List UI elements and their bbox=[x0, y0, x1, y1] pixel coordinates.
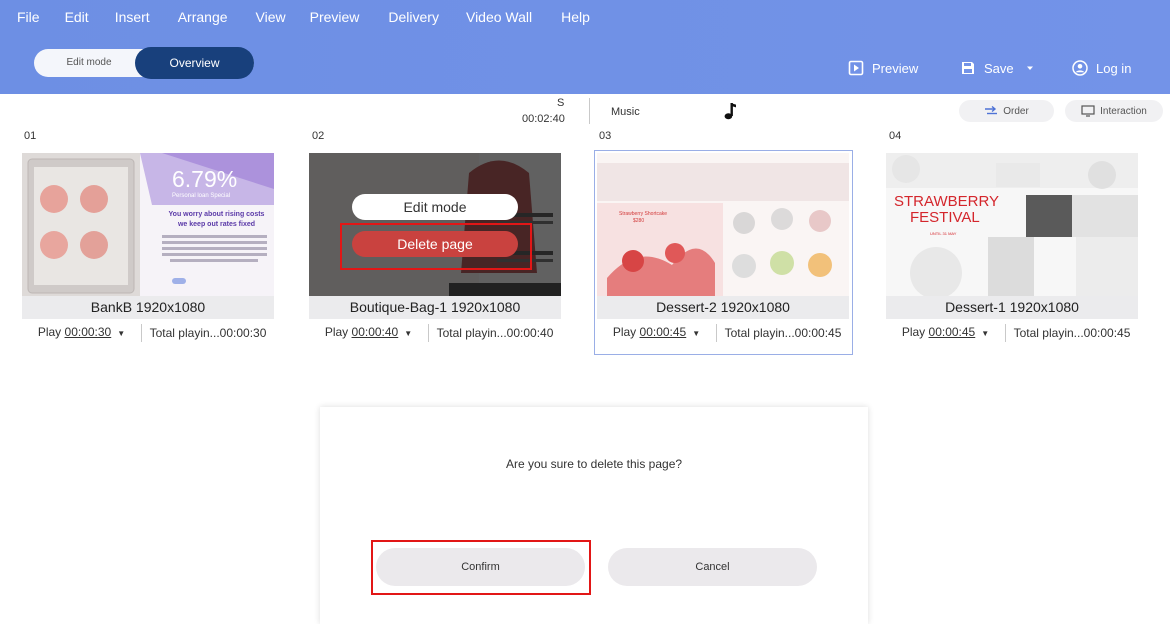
interaction-label: Interaction bbox=[1100, 105, 1147, 117]
order-label: Order bbox=[1003, 105, 1029, 117]
menu-edit[interactable]: Edit bbox=[65, 0, 89, 30]
delete-page-highlight bbox=[340, 223, 532, 270]
play-time[interactable]: 00:00:45 bbox=[929, 325, 976, 339]
play-prefix: Play bbox=[37, 324, 65, 339]
play-time[interactable]: 00:00:30 bbox=[65, 325, 112, 339]
page-title: BankB 1920x1080 bbox=[22, 296, 274, 319]
page-timing: Play 00:00:30 ▼ Total playin...00:00:30 bbox=[22, 319, 274, 346]
page-timing: Play 00:00:45 ▼ Total playin...00:00:45 bbox=[597, 319, 849, 346]
cast-icon bbox=[1081, 105, 1095, 117]
page-number: 01 bbox=[24, 130, 37, 142]
page-thumbnail[interactable]: Strawberry Shortcake $280 bbox=[597, 153, 849, 296]
menu-video-wall[interactable]: Video Wall bbox=[466, 0, 532, 30]
play-prefix: Play bbox=[612, 324, 640, 339]
save-button[interactable]: Save bbox=[960, 60, 1044, 76]
total-play-time: Total playin...00:00:30 bbox=[149, 325, 267, 340]
order-button[interactable]: Order bbox=[959, 100, 1054, 122]
confirm-highlight bbox=[371, 540, 591, 595]
page-number: 02 bbox=[312, 130, 325, 142]
dessert-price-text: $280 bbox=[633, 218, 645, 224]
menu-file[interactable]: File bbox=[17, 0, 40, 30]
dessert-menu-image bbox=[597, 153, 849, 296]
menu-help[interactable]: Help bbox=[561, 0, 590, 30]
festival-line-1: STRAWBERRY bbox=[894, 193, 1000, 210]
chevron-down-icon: ▼ bbox=[404, 328, 413, 338]
total-duration: 00:02:40 bbox=[522, 113, 565, 125]
swap-arrows-icon bbox=[985, 106, 998, 115]
login-label: Log in bbox=[1096, 60, 1132, 76]
edit-mode-button[interactable]: Edit mode bbox=[352, 194, 518, 220]
total-play-time: Total playin...00:00:45 bbox=[724, 325, 842, 340]
festival-until-text: UNTIL 31 MAY bbox=[930, 231, 957, 236]
dessert-product-text: Strawberry Shortcake bbox=[619, 211, 668, 217]
music-label: Music bbox=[611, 106, 640, 118]
menu-insert[interactable]: Insert bbox=[115, 0, 150, 30]
menu-preview[interactable]: Preview bbox=[310, 0, 360, 30]
total-play-time: Total playin...00:00:40 bbox=[436, 325, 554, 340]
page-card-4[interactable]: STRAWBERRY FESTIVAL UNTIL 31 MAY Dessert… bbox=[886, 153, 1138, 346]
play-prefix: Play bbox=[324, 324, 352, 339]
menu-view[interactable]: View bbox=[256, 0, 286, 30]
play-duration-dropdown[interactable]: Play 00:00:45 ▼ bbox=[886, 323, 1006, 342]
play-duration-dropdown[interactable]: Play 00:00:45 ▼ bbox=[597, 323, 717, 342]
page-title: Dessert-2 1920x1080 bbox=[597, 296, 849, 319]
account-circle-icon bbox=[1072, 60, 1088, 76]
chevron-down-icon bbox=[1026, 66, 1033, 70]
bank-line-2: we keep out rates fixed bbox=[177, 221, 256, 228]
bank-rate-text: 6.79% bbox=[172, 166, 238, 192]
timeline-s-label: S bbox=[557, 97, 565, 109]
dialog-message: Are you sure to delete this page? bbox=[505, 457, 683, 471]
play-duration-dropdown[interactable]: Play 00:00:30 ▼ bbox=[22, 323, 142, 342]
mode-toggle: Edit mode Overview bbox=[34, 47, 254, 79]
chevron-down-icon: ▼ bbox=[981, 328, 990, 338]
menu-bar: File Edit Insert Arrange View Preview De… bbox=[0, 0, 590, 30]
top-toolbar: File Edit Insert Arrange View Preview De… bbox=[0, 0, 1170, 94]
login-button[interactable]: Log in bbox=[1072, 60, 1131, 76]
total-play-time: Total playin...00:00:45 bbox=[1013, 325, 1131, 340]
divider bbox=[589, 98, 590, 124]
play-time[interactable]: 00:00:45 bbox=[640, 325, 687, 339]
save-label: Save bbox=[984, 60, 1014, 76]
menu-delivery[interactable]: Delivery bbox=[388, 0, 439, 30]
edit-mode-tab[interactable]: Edit mode bbox=[34, 49, 144, 77]
page-thumbnail[interactable]: STRAWBERRY FESTIVAL UNTIL 31 MAY bbox=[886, 153, 1138, 296]
preview-button[interactable]: Preview bbox=[848, 60, 918, 76]
play-box-icon bbox=[848, 60, 864, 76]
chevron-down-icon: ▼ bbox=[692, 328, 701, 338]
music-note-icon[interactable] bbox=[723, 102, 737, 120]
floppy-icon bbox=[962, 62, 974, 74]
page-card-3[interactable]: Strawberry Shortcake $280 Dessert-2 1920… bbox=[597, 153, 849, 346]
chevron-down-icon: ▼ bbox=[117, 328, 126, 338]
interaction-button[interactable]: Interaction bbox=[1065, 100, 1163, 122]
page-title: Dessert-1 1920x1080 bbox=[886, 296, 1138, 319]
bank-special-text: Personal loan Special bbox=[172, 193, 231, 199]
page-title: Boutique-Bag-1 1920x1080 bbox=[309, 296, 561, 319]
page-number: 03 bbox=[599, 130, 612, 142]
bank-line-1: You worry about rising costs bbox=[168, 211, 265, 218]
page-timing: Play 00:00:45 ▼ Total playin...00:00:45 bbox=[886, 319, 1138, 346]
play-time[interactable]: 00:00:40 bbox=[352, 325, 399, 339]
play-prefix: Play bbox=[901, 324, 929, 339]
preview-label: Preview bbox=[872, 60, 919, 76]
page-thumbnail[interactable]: 6.79% Personal loan Special You worry ab… bbox=[22, 153, 274, 296]
play-duration-dropdown[interactable]: Play 00:00:40 ▼ bbox=[309, 323, 429, 342]
cancel-button[interactable]: Cancel bbox=[608, 548, 817, 586]
menu-arrange[interactable]: Arrange bbox=[178, 0, 228, 30]
page-number: 04 bbox=[889, 130, 902, 142]
page-card-1[interactable]: 6.79% Personal loan Special You worry ab… bbox=[22, 153, 274, 346]
page-timing: Play 00:00:40 ▼ Total playin...00:00:40 bbox=[309, 319, 561, 346]
festival-line-2: FESTIVAL bbox=[910, 209, 980, 226]
overview-tab[interactable]: Overview bbox=[135, 47, 254, 79]
